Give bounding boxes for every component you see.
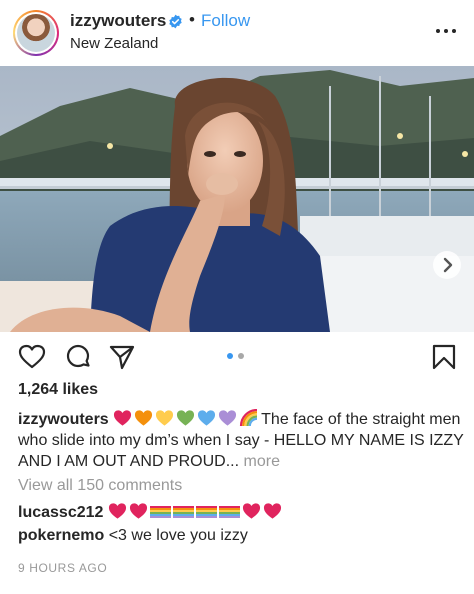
avatar-border <box>15 12 57 54</box>
bookmark-icon[interactable] <box>430 343 458 371</box>
location-link[interactable]: New Zealand <box>70 35 158 52</box>
avatar[interactable] <box>13 10 59 56</box>
more-options-icon[interactable] <box>436 22 458 38</box>
red-heart-emoji-icon <box>114 410 132 426</box>
comment-icon[interactable] <box>64 343 92 371</box>
comment-username[interactable]: lucassc212 <box>18 504 103 521</box>
like-count[interactable]: 1,264 likes <box>18 381 98 399</box>
comment-emojis <box>108 503 284 521</box>
green-heart-emoji-icon <box>177 410 195 426</box>
share-icon[interactable] <box>108 343 136 371</box>
red-heart-emoji-icon <box>263 503 281 519</box>
photo-scene <box>0 66 474 332</box>
username[interactable]: izzywouters <box>70 11 166 31</box>
rainbow-flag-emoji-icon <box>218 506 240 518</box>
verified-badge-icon <box>169 14 182 29</box>
rainbow-emoji-icon <box>240 409 258 427</box>
follow-button[interactable]: Follow <box>201 11 250 31</box>
separator-dot: • <box>189 10 195 29</box>
action-bar <box>0 335 474 379</box>
post-caption: izzywouters The face of the straight men… <box>18 409 464 472</box>
carousel-indicator <box>227 353 247 360</box>
red-heart-emoji-icon <box>242 503 260 519</box>
yellow-heart-emoji-icon <box>156 410 174 426</box>
red-heart-emoji-icon <box>108 503 126 519</box>
post-timestamp: 9 HOURS AGO <box>18 561 108 575</box>
carousel-dot <box>238 353 244 359</box>
red-heart-emoji-icon <box>129 503 147 519</box>
caption-emojis <box>113 409 261 428</box>
purple-heart-emoji-icon <box>219 410 237 426</box>
view-all-comments-link[interactable]: View all 150 comments <box>18 477 182 495</box>
comment-item: lucassc212 <box>18 502 284 522</box>
rainbow-flag-emoji-icon <box>149 506 171 518</box>
comment-username[interactable]: pokernemo <box>18 527 104 544</box>
avatar-image <box>17 14 55 52</box>
blue-heart-emoji-icon <box>198 410 216 426</box>
post-header: izzywouters • Follow New Zealand <box>0 0 474 66</box>
caption-more-link[interactable]: more <box>244 453 280 470</box>
chevron-right-icon <box>443 257 453 273</box>
comment-item: pokernemo <3 we love you izzy <box>18 527 248 545</box>
comment-text: <3 we love you izzy <box>108 527 248 544</box>
rainbow-flag-emoji-icon <box>172 506 194 518</box>
carousel-dot-active <box>227 353 233 359</box>
caption-username[interactable]: izzywouters <box>18 411 109 428</box>
carousel-next-button[interactable] <box>433 251 461 279</box>
orange-heart-emoji-icon <box>135 410 153 426</box>
post-photo[interactable] <box>0 66 474 332</box>
rainbow-flag-emoji-icon <box>195 506 217 518</box>
heart-icon[interactable] <box>18 343 46 371</box>
